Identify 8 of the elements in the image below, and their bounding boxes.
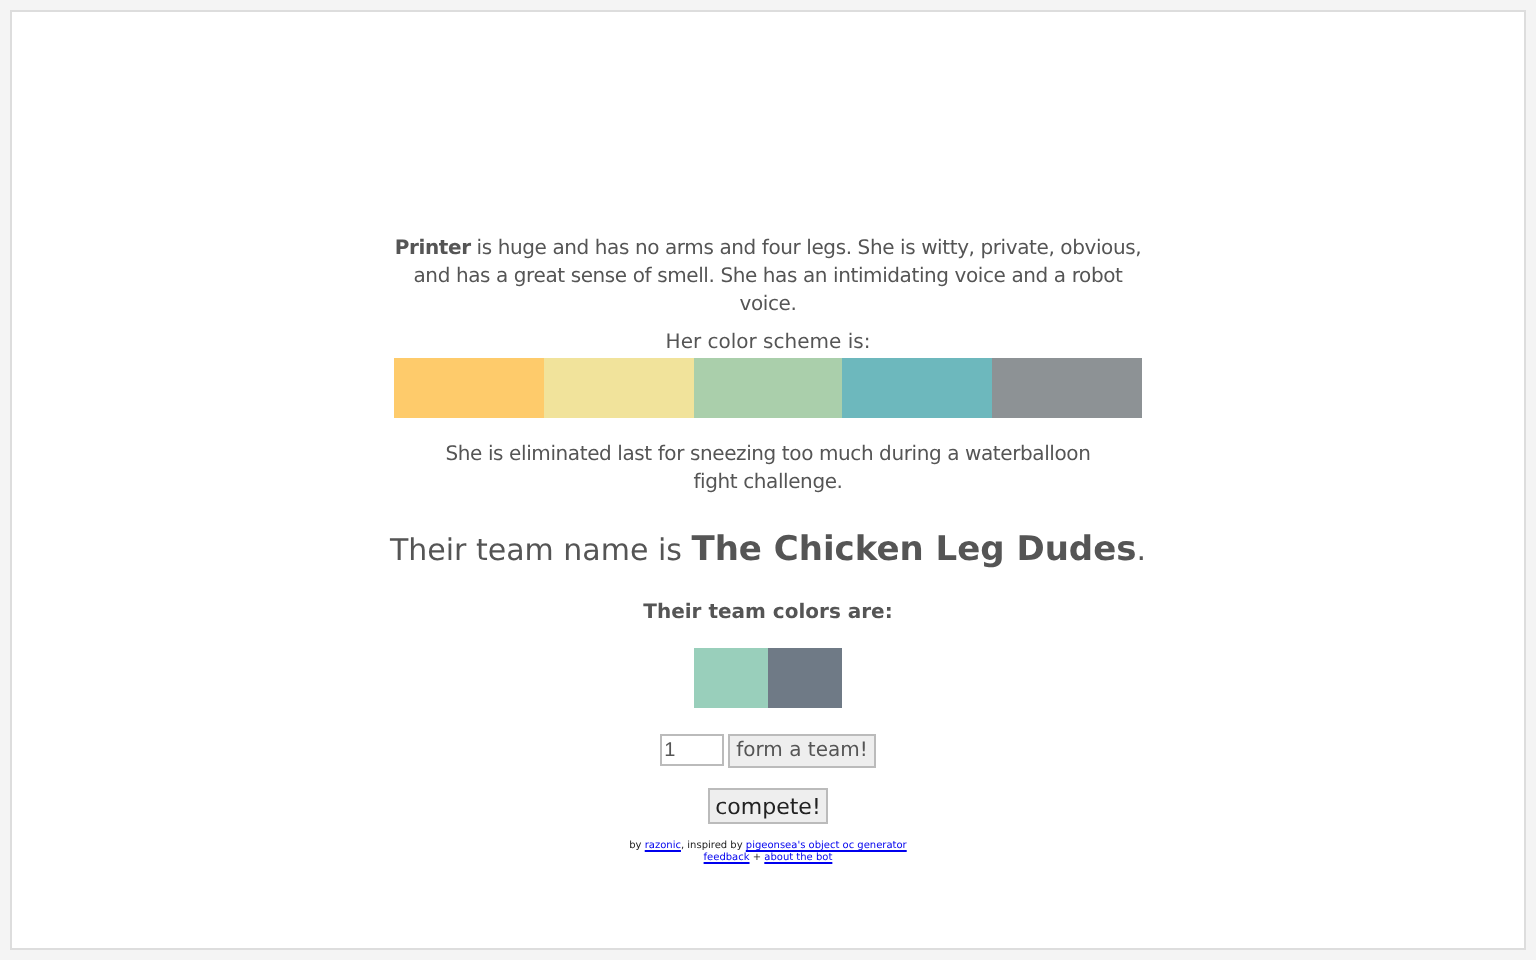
team-colors-label: Their team colors are: [643, 602, 893, 624]
form-team-button[interactable]: form a team! [728, 734, 876, 768]
compete-button[interactable]: compete! [707, 788, 829, 824]
character-description: Printer is huge and has no arms and four legs. She is witty, private, obvious, and has a great sense of smell. She has an intimidating voice and a robot voice. [394, 236, 1142, 320]
elimination-text: She is eliminated last for sneezing too much during a waterballoon fight challenge. [443, 442, 1093, 498]
color-scheme-label: Her color scheme is: [665, 330, 871, 358]
team-size-input[interactable]: 1 [660, 734, 725, 766]
team-name-text: Their team name is The Chicken Leg Dudes. [389, 530, 1147, 570]
